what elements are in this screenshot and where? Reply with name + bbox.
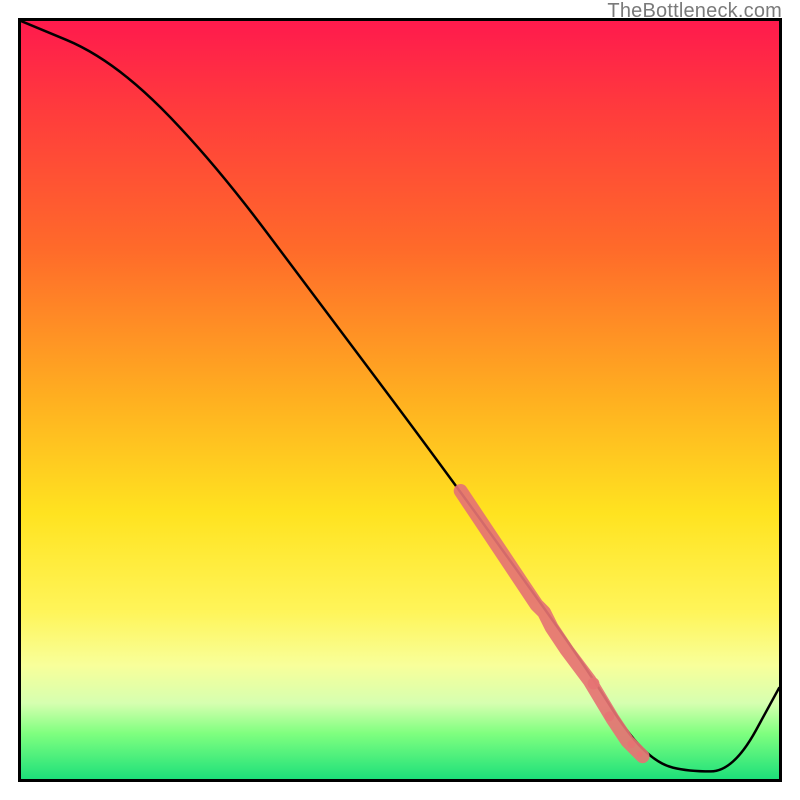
highlight-points-group — [461, 491, 643, 757]
chart-container: TheBottleneck.com — [0, 0, 800, 800]
highlight-dot — [627, 740, 635, 748]
chart-svg — [21, 21, 779, 779]
line-series-group — [21, 21, 779, 771]
highlight-stroke — [461, 491, 643, 756]
highlight-dot — [604, 711, 614, 721]
bottleneck-curve-line — [21, 21, 779, 771]
highlight-dot — [588, 677, 600, 689]
plot-area — [18, 18, 782, 782]
highlight-dot — [637, 751, 643, 757]
